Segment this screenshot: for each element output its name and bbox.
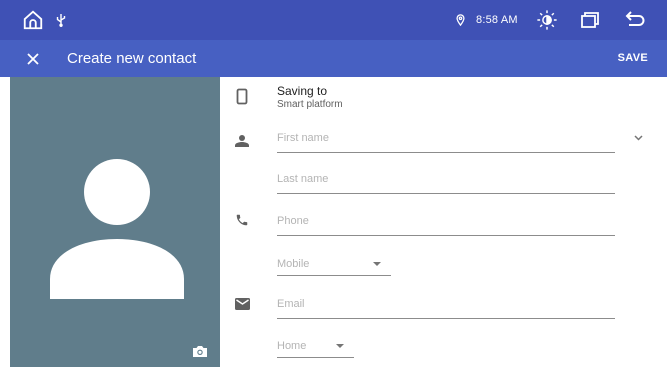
usb-icon: [54, 0, 68, 40]
save-button[interactable]: SAVE: [618, 40, 648, 77]
email-icon: [234, 296, 250, 312]
first-name-input[interactable]: [277, 127, 615, 149]
first-name-field[interactable]: [277, 127, 615, 153]
location-icon: [454, 0, 466, 40]
recents-icon[interactable]: [577, 0, 603, 40]
back-icon[interactable]: [620, 0, 650, 40]
email-input[interactable]: [277, 293, 615, 315]
chevron-down-icon[interactable]: [631, 131, 645, 145]
person-icon: [234, 133, 250, 149]
close-icon[interactable]: [23, 40, 43, 77]
phone-input[interactable]: [277, 210, 615, 232]
dropdown-arrow-icon: [336, 344, 344, 348]
phone-device-icon: [234, 88, 250, 104]
contact-photo[interactable]: [10, 77, 220, 367]
saving-to-label: Saving to: [277, 84, 328, 98]
last-name-field[interactable]: [277, 168, 615, 194]
camera-icon[interactable]: [192, 345, 208, 358]
last-name-input[interactable]: [277, 168, 615, 190]
home-icon[interactable]: [18, 0, 48, 40]
phone-icon: [234, 212, 250, 228]
dropdown-arrow-icon: [373, 262, 381, 266]
email-field[interactable]: [277, 293, 615, 319]
avatar-icon: [50, 159, 184, 299]
phone-type-select[interactable]: Mobile: [277, 254, 391, 276]
clock-time: 8:58 AM: [476, 14, 518, 26]
phone-type-value: Mobile: [277, 258, 310, 270]
brightness-icon[interactable]: [534, 0, 560, 40]
app-bar: Create new contact SAVE: [0, 40, 667, 77]
status-bar: 8:58 AM: [0, 0, 667, 40]
email-type-value: Home: [277, 340, 307, 352]
page-title: Create new contact: [67, 50, 197, 67]
email-type-select[interactable]: Home: [277, 336, 354, 358]
phone-field[interactable]: [277, 210, 615, 236]
saving-to-account[interactable]: Smart platform: [277, 99, 343, 110]
